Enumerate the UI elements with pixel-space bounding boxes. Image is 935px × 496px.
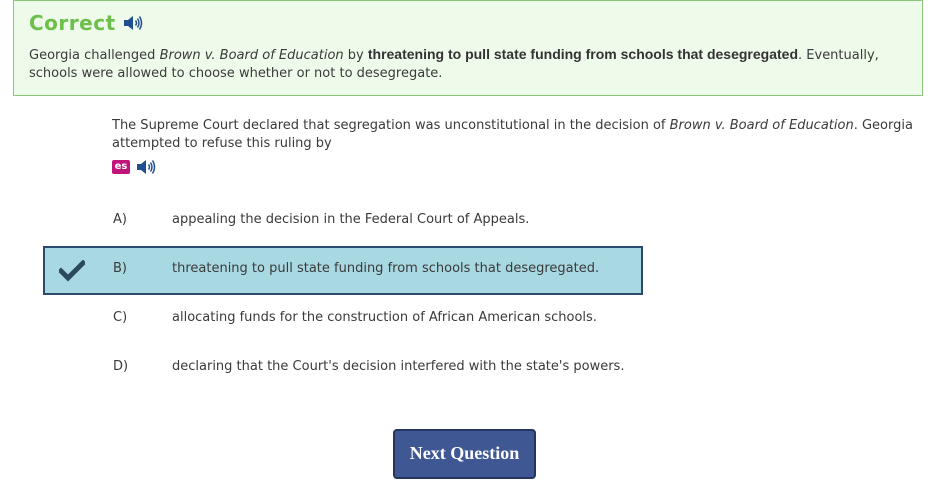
- question-case-name: Brown v. Board of Education: [669, 118, 854, 133]
- choice-letter: C): [113, 310, 128, 325]
- question-stem: The Supreme Court declared that segregat…: [112, 117, 920, 153]
- answer-choice-b[interactable]: B) threatening to pull state funding fro…: [43, 246, 643, 295]
- feedback-title: Correct: [29, 11, 116, 35]
- feedback-text-by: by: [343, 48, 368, 63]
- choice-text: allocating funds for the construction of…: [172, 310, 597, 325]
- feedback-explanation: Georgia challenged Brown v. Board of Edu…: [29, 45, 909, 83]
- translate-es-icon[interactable]: es: [112, 160, 130, 174]
- choice-text: declaring that the Court's decision inte…: [172, 359, 625, 374]
- choice-letter: D): [113, 359, 129, 374]
- question-text-start: The Supreme Court declared that segregat…: [112, 118, 670, 133]
- next-question-button[interactable]: Next Question: [393, 429, 536, 479]
- choice-letter: B): [113, 261, 127, 276]
- answer-choice-a[interactable]: A) appealing the decision in the Federal…: [43, 197, 643, 246]
- answer-choice-c[interactable]: C) allocating funds for the construction…: [43, 295, 643, 344]
- speaker-icon[interactable]: [123, 15, 143, 31]
- checkmark-icon: [57, 259, 87, 282]
- feedback-panel: Correct Georgia challenged Brown v. Boar…: [13, 0, 923, 96]
- feedback-header: Correct: [29, 11, 143, 35]
- choice-text: appealing the decision in the Federal Co…: [172, 212, 530, 227]
- feedback-text-start: Georgia challenged: [29, 48, 160, 63]
- choice-text: threatening to pull state funding from s…: [172, 261, 600, 276]
- feedback-correct-answer: threatening to pull state funding from s…: [367, 46, 799, 62]
- feedback-case-name: Brown v. Board of Education: [159, 48, 344, 63]
- choice-letter: A): [113, 212, 127, 227]
- question-tools: es: [112, 159, 156, 175]
- answer-choice-d[interactable]: D) declaring that the Court's decision i…: [43, 344, 643, 393]
- speaker-icon[interactable]: [136, 159, 156, 175]
